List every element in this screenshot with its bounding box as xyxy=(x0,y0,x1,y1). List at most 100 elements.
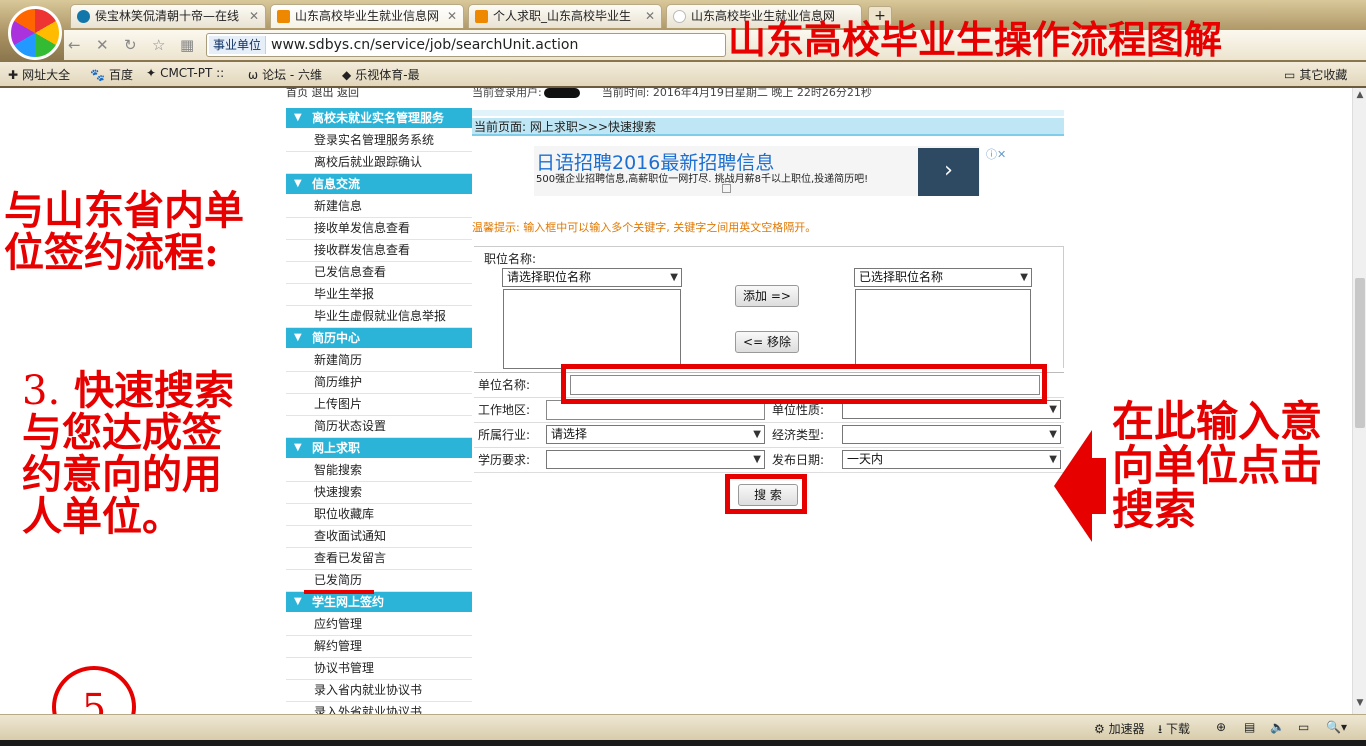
sidebar-section-header[interactable]: ▼ 离校未就业实名管理服务 xyxy=(286,108,472,128)
chevron-down-icon: ▼ xyxy=(294,112,302,123)
folder-icon: ▭ xyxy=(1284,68,1296,82)
select-value: 请选择职位名称 xyxy=(507,270,592,284)
sidebar-item[interactable]: 录入省内就业协议书 xyxy=(286,680,472,702)
plus-icon[interactable]: ⊕ xyxy=(1216,720,1226,734)
other-bookmarks[interactable]: ▭ 其它收藏 xyxy=(1284,66,1347,83)
step-number-badge: 5 xyxy=(52,666,136,714)
annotation-left-heading: 与山东省内单 位签约流程: xyxy=(4,187,244,276)
sidebar-section-header[interactable]: ▼ 简历中心 xyxy=(286,328,472,348)
bookmark-label: CMCT-PT :: xyxy=(160,66,225,80)
step-prefix: 3. xyxy=(22,368,61,414)
chevron-right-icon[interactable]: › xyxy=(918,148,979,196)
sidebar-item[interactable]: 查看已发留言 xyxy=(286,548,472,570)
industry-select[interactable]: 请选择 ▼ xyxy=(546,425,765,444)
sidebar-item[interactable]: 新建信息 xyxy=(286,196,472,218)
bookmark-label: 论坛 - 六维 xyxy=(262,68,323,82)
sidebar-item[interactable]: 职位收藏库 xyxy=(286,504,472,526)
download-button[interactable]: ⭳ 下载 xyxy=(1158,720,1190,741)
job-title-listbox[interactable] xyxy=(503,289,681,369)
bookmarks-bar: ✚ 网址大全 🐾 百度 ✦ CMCT-PT :: ω 论坛 - 六维 ◆ 乐视体育-最 ▭… xyxy=(0,62,1366,86)
window-icon[interactable]: ▭ xyxy=(1298,720,1309,734)
tab-1[interactable]: 侯宝林笑侃清朝十帝—在线 ✕ xyxy=(70,4,266,28)
sidebar-item[interactable]: 登录实名管理服务系统 xyxy=(286,130,472,152)
stop-icon[interactable]: ✕ xyxy=(96,36,109,54)
home-icon[interactable]: ☆ xyxy=(152,36,165,54)
close-icon[interactable]: ✕ xyxy=(645,5,655,27)
bookmark-4[interactable]: ◆ 乐视体育-最 xyxy=(342,66,420,83)
calculator-icon[interactable]: ▤ xyxy=(1244,720,1255,734)
sidebar-section-title: 信息交流 xyxy=(312,177,361,191)
tab-1-label: 侯宝林笑侃清朝十帝—在线 xyxy=(95,9,240,23)
vertical-scrollbar[interactable]: ▲ ▼ xyxy=(1352,88,1366,714)
browser-logo-icon[interactable] xyxy=(8,6,62,60)
bookmark-3[interactable]: ω 论坛 - 六维 xyxy=(248,66,322,83)
sidebar-item[interactable]: 协议书管理 xyxy=(286,658,472,680)
refresh-icon[interactable]: ↻ xyxy=(124,36,137,54)
sidebar-item[interactable]: 毕业生虚假就业信息举报 xyxy=(286,306,472,328)
address-bar[interactable]: 事业单位 www.sdbys.cn/service/job/searchUnit… xyxy=(206,33,726,57)
tab-2[interactable]: 山东高校毕业生就业信息网 ✕ xyxy=(270,4,464,28)
sidebar-item[interactable]: 已发简历 xyxy=(286,570,472,592)
sidebar-item[interactable]: 简历维护 xyxy=(286,372,472,394)
sidebar-item[interactable]: 录入外省就业协议书 xyxy=(286,702,472,714)
sidebar-item[interactable]: 智能搜索 xyxy=(286,460,472,482)
remove-job-button[interactable]: <= 移除 xyxy=(735,331,799,353)
sidebar-section-header[interactable]: ▼ 学生网上签约 xyxy=(286,592,472,612)
sidebar-item[interactable]: 接收单发信息查看 xyxy=(286,218,472,240)
add-job-button[interactable]: 添加 => xyxy=(735,285,799,307)
video-site-icon xyxy=(77,10,90,23)
education-select[interactable]: ▼ xyxy=(546,450,765,469)
accelerator-label: 加速器 xyxy=(1108,722,1145,736)
chevron-down-icon: ▼ xyxy=(1020,272,1028,283)
grid-icon[interactable]: ▦ xyxy=(180,36,194,54)
sidebar-item[interactable]: 应约管理 xyxy=(286,614,472,636)
sidebar-item[interactable]: 新建简历 xyxy=(286,350,472,372)
bookmark-2[interactable]: ✦ CMCT-PT :: xyxy=(146,66,224,80)
ad-banner[interactable]: 日语招聘2016最新招聘信息 500强企业招聘信息,高薪职位一网打尽. 挑战月薪… xyxy=(534,146,980,196)
annotation-step-text: 3. 快速搜索 与您达成签 约意向的用 人单位。 xyxy=(22,370,234,538)
volume-icon[interactable]: 🔈 xyxy=(1270,720,1285,734)
sidebar-item[interactable]: 离校后就业跟踪确认 xyxy=(286,152,472,174)
bookmark-0[interactable]: ✚ 网址大全 xyxy=(8,66,70,83)
sidebar-item[interactable]: 快速搜索 xyxy=(286,482,472,504)
sidebar-item[interactable]: 接收群发信息查看 xyxy=(286,240,472,262)
economy-type-select[interactable]: ▼ xyxy=(842,425,1061,444)
sidebar-section-header[interactable]: ▼ 信息交流 xyxy=(286,174,472,194)
scroll-up-icon[interactable]: ▲ xyxy=(1353,90,1366,104)
close-icon[interactable]: ✕ xyxy=(447,5,457,27)
arrow-left-icon xyxy=(1054,430,1092,542)
sidebar-section-header[interactable]: ▼ 网上求职 xyxy=(286,438,472,458)
sidebar-item[interactable]: 毕业生举报 xyxy=(286,284,472,306)
top-info: 当前登录用户: 当前时间: 2016年4月19日星期二 晚上 22时26分21秒 xyxy=(472,88,1064,98)
breadcrumb: 当前页面: 网上求职>>>快速搜索 xyxy=(472,118,1064,136)
site-badge: 事业单位 xyxy=(209,36,267,54)
selected-job-listbox[interactable] xyxy=(855,289,1031,369)
form-row-education: 学历要求: ▼ 发布日期: 一天内 ▼ xyxy=(474,448,1064,473)
zoom-icon[interactable]: 🔍▾ xyxy=(1326,720,1347,734)
sidebar-section-title: 简历中心 xyxy=(312,331,361,345)
scrollbar-thumb[interactable] xyxy=(1355,278,1365,428)
accelerator-button[interactable]: ⚙ 加速器 xyxy=(1094,720,1145,737)
time-label: 当前时间: 2016年4月19日星期二 晚上 22时26分21秒 xyxy=(601,88,872,98)
bookmark-icon: ◆ xyxy=(342,68,352,82)
tab-3[interactable]: 个人求职_山东高校毕业生 ✕ xyxy=(468,4,662,28)
sidebar-item[interactable]: 已发信息查看 xyxy=(286,262,472,284)
job-title-select[interactable]: 请选择职位名称 ▼ xyxy=(502,268,682,287)
ad-checkbox[interactable] xyxy=(722,184,731,193)
ad-close-icon[interactable]: ⓘ✕ xyxy=(986,146,1006,162)
site-favicon-icon xyxy=(475,10,488,23)
job-title-label: 职位名称: xyxy=(484,252,537,266)
select-value: 请选择 xyxy=(551,427,588,441)
scroll-down-icon[interactable]: ▼ xyxy=(1353,698,1366,712)
selected-job-select[interactable]: 已选择职位名称 ▼ xyxy=(854,268,1032,287)
sidebar-item[interactable]: 解约管理 xyxy=(286,636,472,658)
chevron-down-icon: ▼ xyxy=(294,442,302,453)
sidebar-item[interactable]: 上传图片 xyxy=(286,394,472,416)
publish-date-select[interactable]: 一天内 ▼ xyxy=(842,450,1061,469)
sidebar-item[interactable]: 简历状态设置 xyxy=(286,416,472,438)
sidebar-item[interactable]: 查收面试通知 xyxy=(286,526,472,548)
close-icon[interactable]: ✕ xyxy=(249,5,259,27)
back-icon[interactable]: ← xyxy=(68,36,81,54)
top-links[interactable]: 首页 退出 返回 xyxy=(286,88,472,98)
bookmark-1[interactable]: 🐾 百度 xyxy=(90,66,133,83)
